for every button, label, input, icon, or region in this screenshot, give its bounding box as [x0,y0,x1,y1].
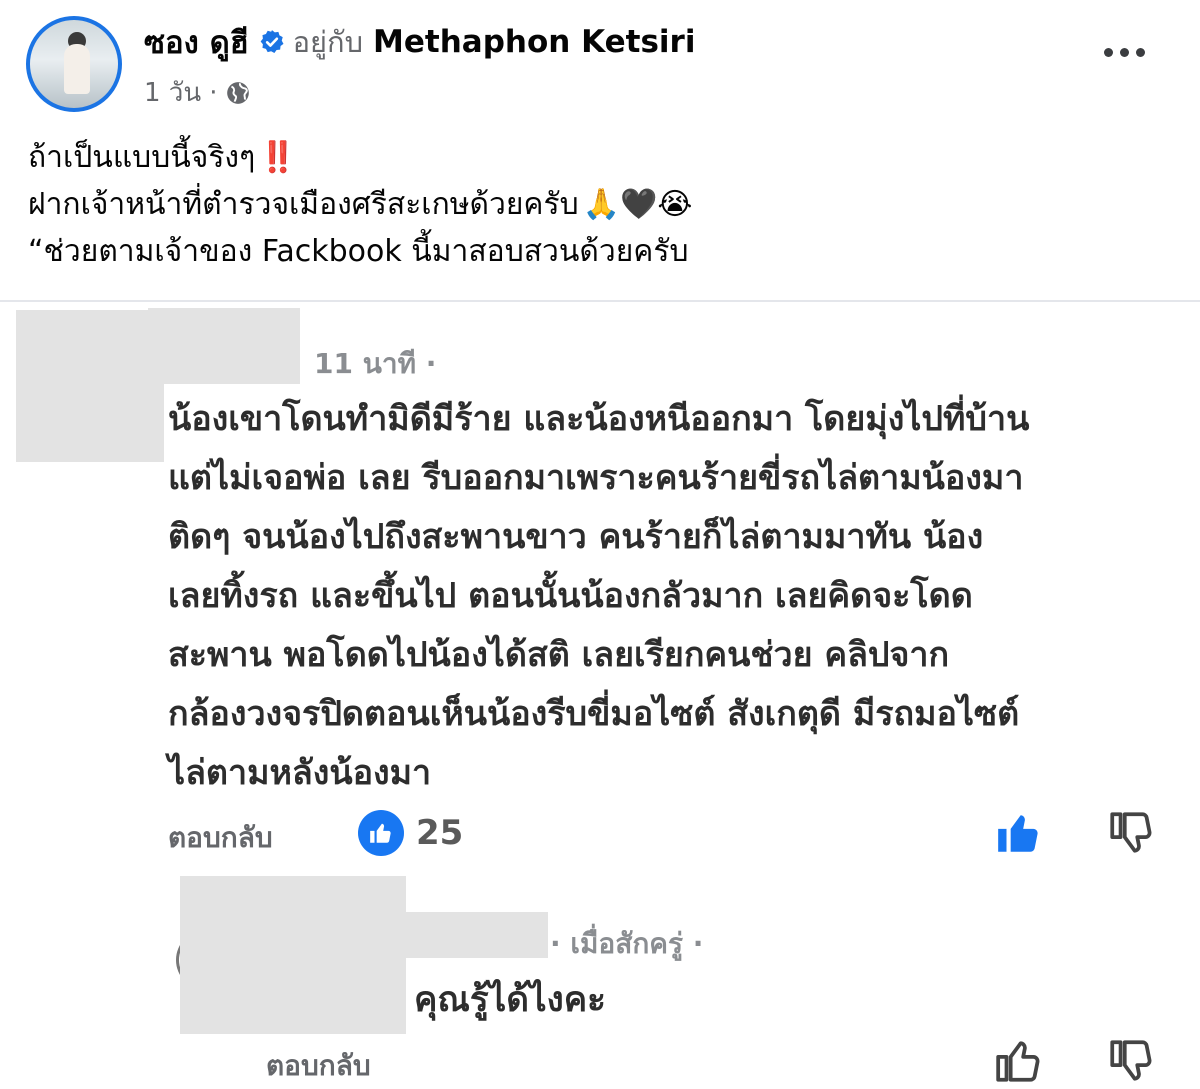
globe-icon[interactable] [225,80,251,106]
comment-line: สะพาน พอโดดไปน้องได้สติ เลยเรียกคนช่วย ค… [168,635,950,675]
comment-reply-button[interactable]: ตอบกลับ [168,816,273,860]
reaction-count: 25 [416,813,464,853]
comment-line: แต่ไม่เจอพ่อ เลย รีบออกมาเพราะคนร้ายขี่ร… [168,458,1024,498]
author-row: ซอง ดูฮี อยู่กับ Methaphon Ketsiri [144,20,695,64]
comment-meta: 11 นาที · [314,342,436,386]
section-divider [0,300,1200,302]
commenter-avatar-redacted [16,310,164,462]
comment-line: น้องเขาโดนทำมิดีมีร้าย และน้องหนีออกมา โ… [168,399,1030,439]
reply-reply-button[interactable]: ตอบกลับ [266,1044,371,1088]
thumbs-down-icon[interactable] [1106,808,1156,858]
comment-line: ติดๆ จนน้องไปถึงสะพานขาว คนร้ายก็ไล่ตามม… [168,517,984,557]
thumbs-down-icon[interactable] [1106,1036,1156,1086]
avatar-figure [64,44,90,94]
replier-name-redacted [406,912,548,958]
reaction-summary[interactable]: 25 [358,810,463,856]
post-line: ฝากเจ้าหน้าที่ตำรวจเมืองศรีสะเกษด้วยครับ… [28,181,692,228]
commenter-name-redacted [148,308,300,384]
comment-text: น้องเขาโดนทำมิดีมีร้าย และน้องหนีออกมา โ… [168,390,1178,803]
post-line-text: ฝากเจ้าหน้าที่ตำรวจเมืองศรีสะเกษด้วยครับ [28,187,579,222]
replier-avatar-redacted [180,876,406,1034]
meta-separator: · [209,77,218,108]
post-time[interactable]: 1 วัน [144,72,201,113]
reply-time-dot: · [692,927,704,960]
post-line-text: “ช่วยตาม￼เจ้าของ￼￼ Fackbook นี้มาสอบสวนด… [28,234,689,269]
emoji-group: 🙏🖤😭 [582,187,693,222]
more-options-icon[interactable] [1104,48,1145,57]
thumbs-up-icon[interactable] [994,808,1044,858]
tagged-user[interactable]: Methaphon Ketsiri [373,24,695,60]
post-body: ถ้าเป็นแบบนี้จริงๆ ‼️ ฝากเจ้าหน้าที่ตำรว… [28,134,692,275]
comment-time[interactable]: 11 นาที [314,347,416,380]
post-line: ถ้าเป็นแบบนี้จริงๆ ‼️ [28,134,692,181]
comment-line: ไล่ตามหลังน้องมา [168,753,432,793]
thumbs-up-icon[interactable] [994,1036,1044,1086]
verified-badge-icon [260,30,284,53]
post-line: “ช่วยตาม￼เจ้าของ￼￼ Fackbook นี้มาสอบสวนด… [28,228,692,275]
double-exclamation-emoji: ‼️ [259,140,297,175]
post-meta: 1 วัน · [144,72,251,113]
post-line-text: ถ้าเป็นแบบนี้จริงๆ [28,140,256,175]
post-header: ซอง ดูฮี อยู่กับ Methaphon Ketsiri 1 วัน… [0,0,1200,300]
comment-line: กล้องวงจรปิดตอนเห็นน้องรีบขี่มอไซต์ สังเ… [168,694,1020,734]
reply-meta: · เมื่อสักครู่ · [550,922,703,966]
author-name[interactable]: ซอง ดูฮี [144,17,249,67]
reply-time[interactable]: เมื่อสักครู่ [570,927,683,960]
reply-text: คุณรู้ได้ไงคะ [414,980,606,1020]
with-text: อยู่กับ [292,25,364,59]
comment-time-dot: · [425,347,437,380]
reply-time-prefix: · [550,927,561,960]
comment-line: เลยทิ้งรถ และขึ้นไป ตอนนั้นน้องกลัวมาก เ… [168,576,973,616]
like-reaction-icon [358,810,404,856]
author-avatar[interactable] [26,16,122,112]
